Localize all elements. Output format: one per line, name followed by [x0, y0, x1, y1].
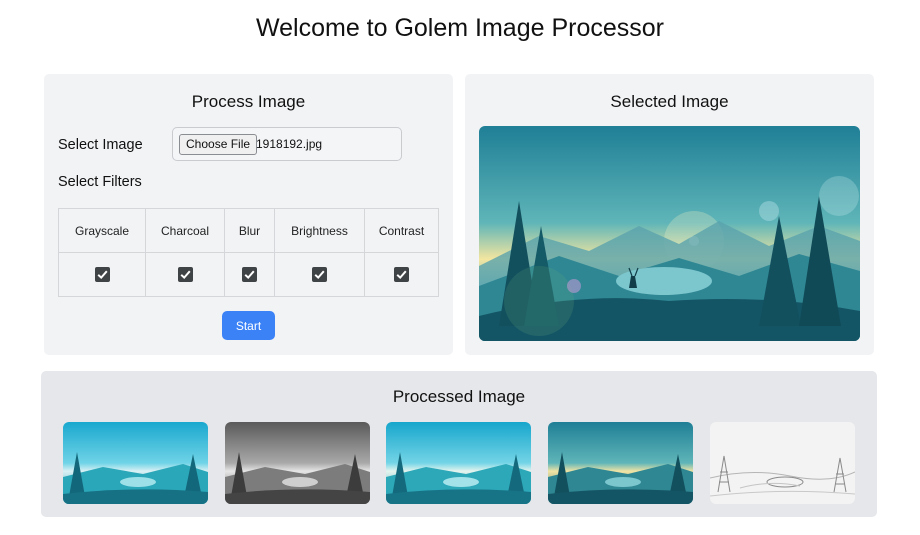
filters-table: Grayscale Charcoal Blur Brightness Contr… — [58, 208, 439, 297]
process-image-panel: Process Image Select Image Choose File 1… — [44, 74, 453, 355]
filter-cell-grayscale — [58, 252, 146, 297]
filter-cell-charcoal — [145, 252, 225, 297]
brightness-checkbox[interactable] — [312, 267, 327, 283]
selected-image — [479, 126, 860, 341]
start-button[interactable]: Start — [222, 311, 275, 340]
processed-image-title: Processed Image — [392, 387, 526, 406]
select-image-label: Select Image — [58, 137, 143, 153]
file-input[interactable]: Choose File 1918192.jpg — [172, 127, 402, 161]
processed-thumbnail-blur — [386, 422, 531, 504]
charcoal-checkbox[interactable] — [177, 267, 193, 283]
process-image-title: Process Image — [191, 92, 306, 111]
selected-image-panel: Selected Image — [465, 74, 874, 355]
select-filters-label: Select Filters — [58, 174, 142, 190]
processed-image-panel: Processed Image — [41, 371, 877, 517]
filter-header-grayscale: Grayscale — [58, 208, 146, 253]
landscape-image — [479, 126, 860, 341]
page-title: Welcome to Golem Image Processor — [255, 14, 665, 42]
filter-cell-contrast — [364, 252, 439, 297]
filter-cell-blur — [224, 252, 275, 297]
blur-checkbox[interactable] — [242, 267, 257, 283]
checkmark-icon — [244, 270, 255, 280]
selected-image-title: Selected Image — [610, 92, 729, 111]
contrast-checkbox[interactable] — [394, 267, 409, 283]
processed-image — [710, 422, 855, 504]
filters-checkbox-row — [58, 252, 439, 297]
processed-image — [548, 422, 693, 504]
checkmark-icon — [180, 270, 191, 280]
choose-file-button[interactable]: Choose File — [179, 134, 258, 155]
processed-thumbnail-contrast — [710, 422, 855, 504]
processed-image — [63, 422, 208, 504]
filter-header-brightness: Brightness — [274, 208, 365, 253]
checkmark-icon — [314, 270, 325, 280]
checkmark-icon — [97, 270, 108, 280]
processed-image — [225, 422, 370, 504]
processed-thumbnail-brightness — [548, 422, 693, 504]
filter-header-charcoal: Charcoal — [145, 208, 225, 253]
filters-header-row: Grayscale Charcoal Blur Brightness Contr… — [58, 208, 439, 253]
filter-header-blur: Blur — [224, 208, 275, 253]
filter-header-contrast: Contrast — [364, 208, 439, 253]
file-name: 1918192.jpg — [256, 137, 323, 151]
filter-cell-brightness — [274, 252, 365, 297]
processed-image — [386, 422, 531, 504]
checkmark-icon — [396, 270, 407, 280]
processed-thumbnail-charcoal — [225, 422, 370, 504]
processed-thumbnail-grayscale — [63, 422, 208, 504]
grayscale-checkbox[interactable] — [94, 267, 110, 283]
